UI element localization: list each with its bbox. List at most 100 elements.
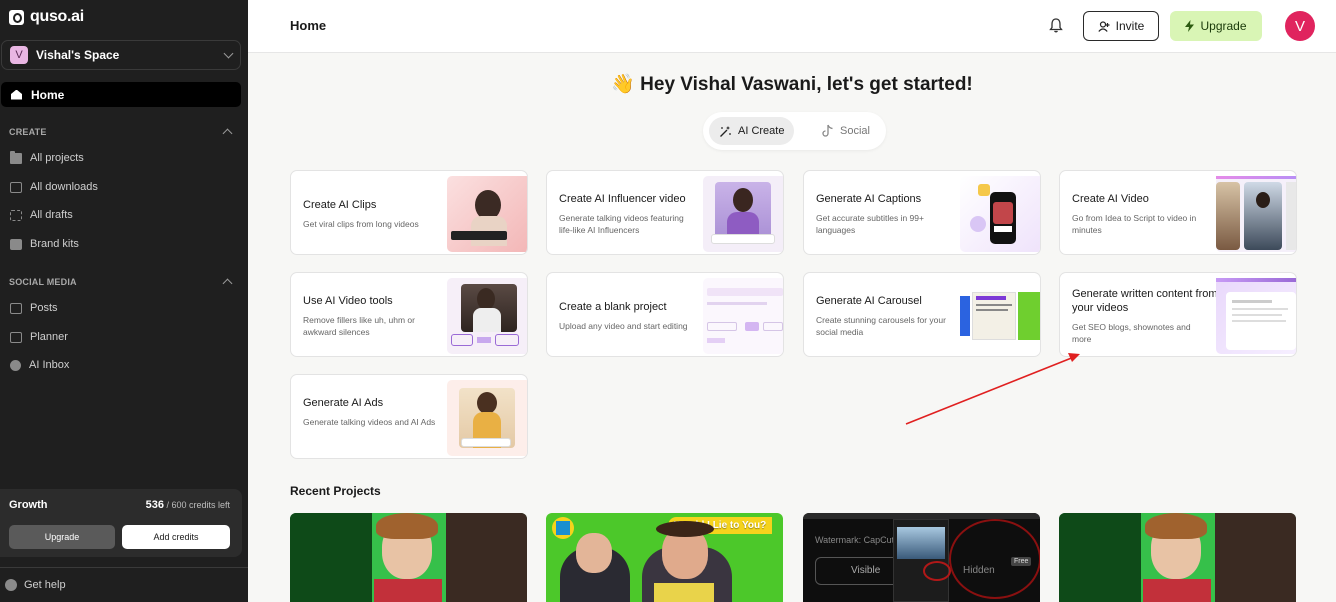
invite-button[interactable]: Invite (1083, 11, 1159, 41)
tiktok-icon (822, 124, 833, 137)
upgrade-button[interactable]: Upgrade (1170, 11, 1262, 41)
card-thumbnail (447, 176, 527, 252)
brand-name: quso.ai (30, 8, 84, 25)
card-title: Generate AI Ads (303, 397, 384, 409)
card-generate-ai-captions[interactable]: Generate AI Captions Get accurate subtit… (803, 170, 1041, 255)
card-thumbnail (960, 278, 1040, 354)
card-thumbnail (447, 278, 527, 354)
sidebar-item-label: AI Inbox (29, 359, 70, 371)
posts-icon (10, 302, 22, 314)
brand-logo[interactable]: quso.ai (9, 8, 84, 26)
card-description: Generate talking videos and AI Ads (303, 417, 436, 427)
magic-wand-icon (720, 125, 731, 137)
card-title: Create AI Influencer video (559, 193, 686, 205)
planner-icon (10, 331, 22, 343)
card-generate-written-content[interactable]: Generate written content from your video… (1059, 272, 1297, 357)
card-create-ai-clips[interactable]: Create AI Clips Get viral clips from lon… (290, 170, 528, 255)
sidebar-item-all-drafts[interactable]: All drafts (10, 209, 73, 221)
card-description: Generate talking videos featuring life-l… (559, 213, 684, 235)
card-create-ai-video[interactable]: Create AI Video Go from Idea to Script t… (1059, 170, 1297, 255)
user-avatar[interactable]: V (1285, 11, 1315, 41)
credits-used: 536 (145, 499, 164, 511)
card-title: Generate AI Captions (816, 193, 922, 205)
sidebar-item-label: Planner (30, 331, 68, 343)
bell-icon[interactable] (1049, 18, 1063, 33)
sidebar-upgrade-button[interactable]: Upgrade (9, 525, 115, 549)
sidebar-item-label: All drafts (30, 209, 73, 221)
sidebar-item-all-projects[interactable]: All projects (10, 150, 84, 164)
drafts-icon (10, 209, 22, 221)
card-title: Create AI Video (1072, 193, 1149, 205)
sidebar-item-home[interactable]: Home (1, 82, 241, 107)
recent-projects-heading: Recent Projects (290, 484, 381, 498)
card-thumbnail (1216, 278, 1296, 354)
recent-project-card[interactable] (1059, 513, 1296, 602)
card-thumbnail (1216, 176, 1296, 252)
card-generate-ai-ads[interactable]: Generate AI Ads Generate talking videos … (290, 374, 528, 459)
sidebar-item-planner[interactable]: Planner (10, 331, 68, 343)
sidebar-item-label: All projects (30, 152, 84, 164)
sidebar-item-brand-kits[interactable]: Brand kits (10, 238, 79, 250)
page-title: Home (290, 18, 327, 33)
sidebar-item-label: Home (31, 87, 65, 102)
credits-counter: 536 / 600 credits left (146, 499, 230, 511)
card-create-blank-project[interactable]: Create a blank project Upload any video … (546, 272, 784, 357)
card-generate-ai-carousel[interactable]: Generate AI Carousel Create stunning car… (803, 272, 1041, 357)
upgrade-label: Upgrade (1200, 19, 1247, 33)
create-section-header[interactable]: CREATE (9, 127, 233, 139)
recent-project-card[interactable]: Watermark: CapCut Visible Hidden Free (803, 513, 1040, 602)
card-title: Create AI Clips (303, 199, 377, 211)
tab-social[interactable]: Social (811, 117, 880, 145)
help-icon (5, 579, 17, 591)
add-credits-button[interactable]: Add credits (122, 525, 230, 549)
card-thumbnail (703, 176, 783, 252)
sidebar-item-label: Posts (30, 302, 58, 314)
card-description: Get SEO blogs, shownotes and more (1072, 322, 1191, 344)
home-icon (11, 89, 22, 100)
tab-ai-create[interactable]: AI Create (709, 117, 795, 145)
workspace-switcher[interactable]: V Vishal's Space (1, 40, 241, 70)
inbox-icon (10, 359, 21, 371)
sidebar-item-posts[interactable]: Posts (10, 302, 58, 314)
section-label: CREATE (9, 127, 47, 137)
card-description: Remove fillers like uh, uhm or awkward s… (303, 315, 415, 337)
plan-name: Growth (9, 499, 48, 511)
workspace-name: Vishal's Space (36, 48, 120, 62)
chevron-up-icon (222, 128, 233, 139)
add-user-icon (1097, 20, 1110, 32)
sidebar-item-label: Brand kits (30, 238, 79, 250)
card-use-ai-video-tools[interactable]: Use AI Video tools Remove fillers like u… (290, 272, 528, 357)
card-thumbnail (703, 278, 783, 354)
chevron-down-icon (223, 48, 234, 59)
help-label: Get help (24, 579, 66, 591)
quso-logo-icon (9, 9, 24, 25)
recent-project-card[interactable]: Would I Lie to You? (546, 513, 783, 602)
plan-panel: Growth 536 / 600 credits left Upgrade Ad… (0, 489, 242, 557)
download-icon (10, 181, 22, 193)
get-help-link[interactable]: Get help (5, 579, 66, 591)
card-title: Create a blank project (559, 301, 667, 313)
card-create-ai-influencer-video[interactable]: Create AI Influencer video Generate talk… (546, 170, 784, 255)
tab-label: Social (840, 125, 870, 137)
card-thumbnail (960, 176, 1040, 252)
chevron-up-icon (222, 278, 233, 289)
tab-label: AI Create (738, 125, 785, 137)
sidebar-item-label: All downloads (30, 181, 98, 193)
social-section-header[interactable]: SOCIAL MEDIA (9, 277, 233, 289)
lightning-icon (1185, 20, 1195, 32)
card-title: Generate written content from your video… (1072, 288, 1218, 314)
workspace-avatar: V (10, 46, 28, 64)
sidebar: quso.ai V Vishal's Space Home CREATE All… (0, 0, 248, 602)
folder-icon (10, 150, 22, 164)
brand-kit-icon (10, 238, 22, 250)
greeting-heading: 👋 Hey Vishal Vaswani, let's get started! (611, 74, 973, 95)
card-description: Upload any video and start editing (559, 321, 688, 331)
sidebar-item-all-downloads[interactable]: All downloads (10, 181, 98, 193)
card-description: Go from Idea to Script to video in minut… (1072, 213, 1197, 235)
sidebar-item-ai-inbox[interactable]: AI Inbox (10, 359, 69, 371)
recent-project-card[interactable] (290, 513, 527, 602)
visible-option: Visible (851, 565, 881, 576)
top-bar: Home Invite Upgrade V (248, 0, 1336, 53)
card-description: Create stunning carousels for your socia… (816, 315, 946, 337)
create-mode-tabs: AI Create Social (703, 112, 886, 150)
